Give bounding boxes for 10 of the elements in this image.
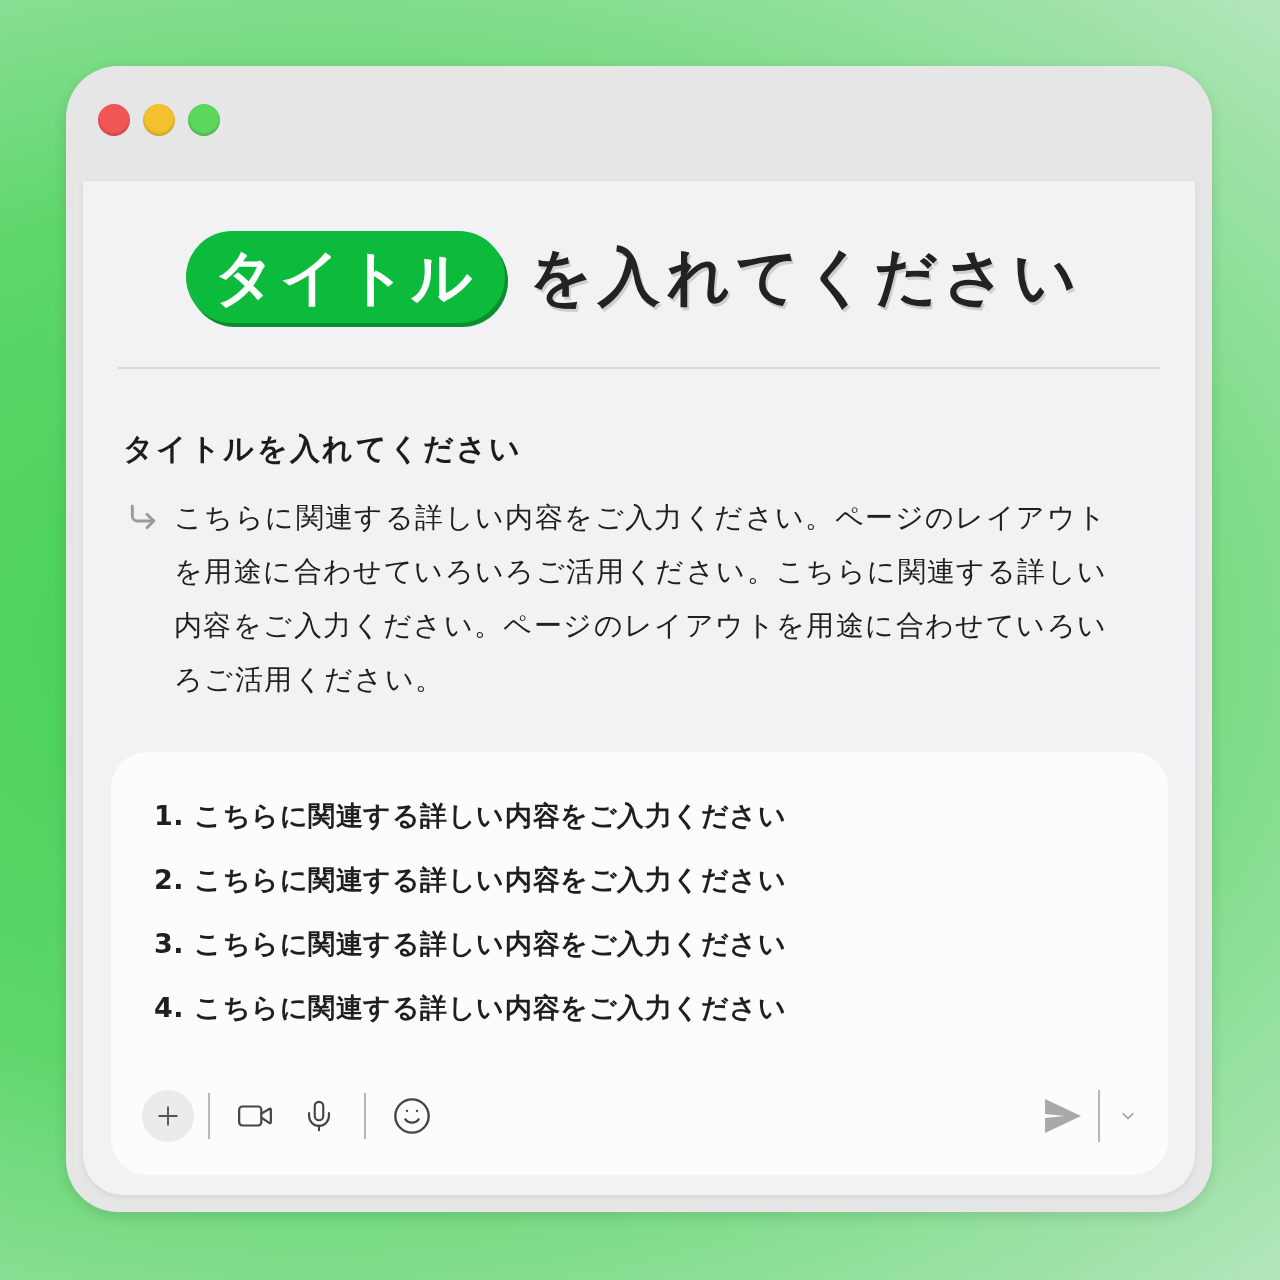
emoji-icon[interactable]: [392, 1096, 432, 1136]
send-icon[interactable]: [1045, 1099, 1081, 1133]
list-item: 2. こちらに関連する詳しい内容をご入力ください: [154, 862, 787, 897]
page-title: を入れてください: [529, 246, 1082, 308]
list-item: 4. こちらに関連する詳しい内容をご入力ください: [154, 990, 787, 1025]
list-item: 1. こちらに関連する詳しい内容をご入力ください: [154, 798, 787, 833]
add-button[interactable]: [142, 1090, 194, 1142]
section-title: タイトルを入れてください: [123, 431, 523, 467]
list-item: 3. こちらに関連する詳しい内容をご入力ください: [154, 926, 787, 961]
body-paragraph: こちらに関連する詳しい内容をご入力ください。ページのレイアウトを用途に合わせていろいろご活用ください。こちらに関連する詳しい内容をご入力ください。ページのレイアウトを用途に合わせていろいろご活用ください。: [174, 500, 1109, 698]
